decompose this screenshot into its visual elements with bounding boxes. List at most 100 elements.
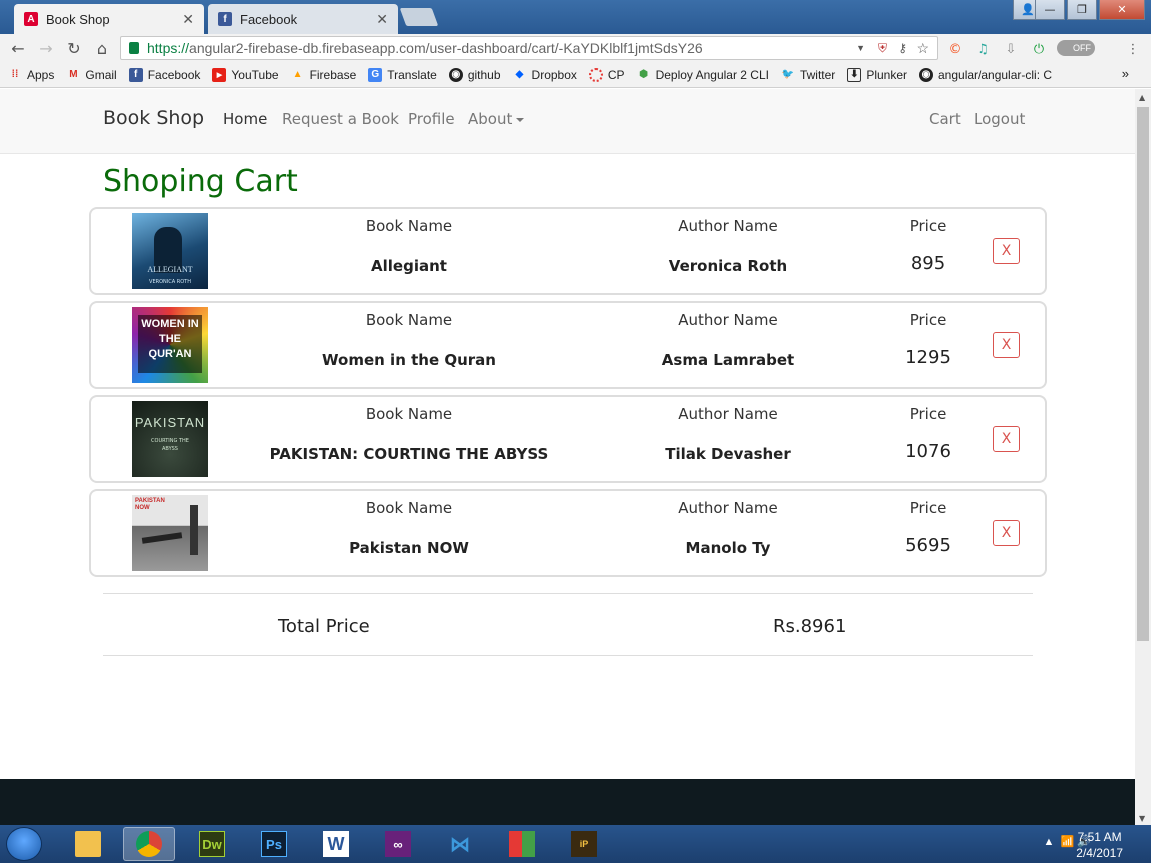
browser-toolbar: ← → ↻ ⌂ https:// angular2-firebase-db.fi… (0, 34, 1151, 62)
nav-profile[interactable]: Profile (408, 110, 455, 128)
remove-item-button[interactable]: X (993, 238, 1020, 264)
cart-item: WOMEN IN THE QUR'AN Book Name Women in t… (89, 301, 1047, 389)
bookmark-angular-cli[interactable]: ◉ angular/angular-cli: C (919, 67, 1052, 82)
remove-item-button[interactable]: X (993, 520, 1020, 546)
price-header: Price (909, 499, 947, 517)
remove-item-button[interactable]: X (993, 332, 1020, 358)
site-footer (0, 779, 1135, 825)
youtube-icon: ▶ (212, 67, 227, 82)
key-icon[interactable]: ⚷ (898, 41, 907, 55)
book-cover: WOMEN IN THE QUR'AN (132, 307, 208, 383)
menu-icon[interactable]: ⋮ (1124, 40, 1142, 58)
book-cover: PAKISTAN COURTING THE ABYSS (132, 401, 208, 477)
author-name: Tilak Devasher (665, 445, 791, 463)
bookmarks-overflow-button[interactable]: » (1122, 66, 1129, 81)
taskbar-vscode[interactable]: ⋈ (434, 827, 486, 861)
folder-icon (75, 831, 101, 857)
back-button[interactable]: ← (8, 38, 28, 58)
price-value: 1076 (905, 441, 951, 462)
browser-titlebar: A Book Shop ✕ f Facebook ✕ 👤 — ❐ ✕ (0, 0, 1151, 34)
bookmark-github[interactable]: ◉ github (448, 67, 501, 82)
forward-button[interactable]: → (36, 38, 56, 58)
minimize-button[interactable]: — (1035, 0, 1065, 20)
reload-button[interactable]: ↻ (64, 38, 84, 58)
taskbar-inpage[interactable]: iP (558, 827, 610, 861)
price-header: Price (909, 405, 947, 423)
page-scrollbar[interactable]: ▲ ▼ (1135, 89, 1151, 825)
clock[interactable]: 7:51 AM 2/4/2017 (1076, 829, 1123, 861)
bookmark-facebook[interactable]: f Facebook (128, 67, 200, 82)
toggle-switch[interactable]: OFF (1057, 40, 1095, 56)
bookmark-firebase[interactable]: ▲ Firebase (291, 68, 357, 82)
book-cover: PAKISTAN NOW (132, 495, 208, 571)
bookmark-deploy-angular[interactable]: ⬢ Deploy Angular 2 CLI (637, 68, 769, 82)
price-value: 1295 (905, 347, 951, 368)
navbar-brand[interactable]: Book Shop (103, 107, 204, 129)
new-tab-button[interactable] (399, 8, 439, 26)
clock-date: 2/4/2017 (1076, 846, 1123, 860)
book-name: Allegiant (371, 257, 447, 275)
price-header: Price (909, 217, 947, 235)
remove-item-button[interactable]: X (993, 426, 1020, 452)
star-icon[interactable]: ☆ (916, 40, 929, 57)
book-name-header: Book Name (365, 499, 453, 517)
scrollbar-thumb[interactable] (1137, 107, 1149, 641)
restore-button[interactable]: ❐ (1067, 0, 1097, 20)
home-button[interactable]: ⌂ (92, 38, 112, 58)
chrome-icon (136, 831, 162, 857)
price-value: 895 (910, 253, 946, 274)
bookmark-apps[interactable]: ⁞⁞ Apps (8, 68, 55, 82)
gmail-icon: M (69, 69, 78, 80)
taskbar-photoshop[interactable]: Ps (248, 827, 300, 861)
address-bar[interactable]: https:// angular2-firebase-db.firebaseap… (120, 36, 938, 60)
tab-facebook[interactable]: f Facebook ✕ (208, 4, 398, 34)
close-icon[interactable]: ✕ (376, 11, 388, 28)
nav-home[interactable]: Home (223, 110, 267, 128)
bookmark-plunker[interactable]: ⬇ Plunker (847, 67, 907, 82)
bookmark-translate[interactable]: G Translate (368, 67, 437, 82)
cp-icon (588, 67, 603, 82)
bookmark-gmail[interactable]: M Gmail (66, 67, 117, 82)
bookmark-label: Plunker (866, 67, 907, 82)
bookmark-youtube[interactable]: ▶ YouTube (212, 67, 279, 82)
taskbar-explorer[interactable] (62, 827, 114, 861)
photoshop-icon: Ps (261, 831, 287, 857)
taskbar-visual-studio[interactable]: ∞ (372, 827, 424, 861)
total-row: Total Price Rs.8961 (103, 593, 1033, 656)
price-column: Price 5695 (888, 499, 968, 556)
taskbar-dreamweaver[interactable]: Dw (186, 827, 238, 861)
bookmark-cp[interactable]: CP (588, 67, 625, 82)
nav-request-book[interactable]: Request a Book (282, 110, 399, 128)
extension-icon[interactable]: © (946, 40, 964, 58)
taskbar-chrome[interactable] (123, 827, 175, 861)
bookmark-dropbox[interactable]: ◆ Dropbox (513, 68, 577, 82)
close-window-button[interactable]: ✕ (1099, 0, 1145, 20)
author-name-header: Author Name (678, 217, 778, 235)
scroll-up-icon[interactable]: ▲ (1139, 93, 1145, 102)
cart-item: ALLEGIANT VERONICA ROTH Book Name Allegi… (89, 207, 1047, 295)
nav-about-dropdown[interactable]: About (468, 110, 525, 128)
book-cover: ALLEGIANT VERONICA ROTH (132, 213, 208, 289)
bookmark-label: Gmail (85, 67, 117, 82)
start-button[interactable] (6, 827, 42, 861)
shield-icon[interactable]: ⛨ (878, 41, 887, 56)
bookmark-twitter[interactable]: 🐦 Twitter (781, 68, 836, 82)
dropdown-icon[interactable]: ▼ (856, 43, 865, 53)
scroll-down-icon[interactable]: ▼ (1139, 814, 1145, 823)
book-name-column: Book Name Pakistan NOW (309, 499, 509, 557)
total-price-label: Total Price (278, 616, 370, 637)
book-name: Women in the Quran (322, 351, 496, 369)
tab-book-shop[interactable]: A Book Shop ✕ (14, 4, 204, 34)
cart-item: PAKISTAN COURTING THE ABYSS Book Name PA… (89, 395, 1047, 483)
taskbar-word[interactable]: W (310, 827, 362, 861)
headphones-icon[interactable]: ♫ (974, 40, 992, 58)
power-icon[interactable]: ⏻ (1030, 40, 1048, 58)
close-icon[interactable]: ✕ (182, 11, 194, 28)
bookmark-label: Translate (387, 67, 437, 82)
price-header: Price (909, 311, 947, 329)
nav-logout[interactable]: Logout (974, 110, 1025, 128)
taskbar-app[interactable] (496, 827, 548, 861)
price-value: 5695 (905, 535, 951, 556)
nav-cart[interactable]: Cart (929, 110, 961, 128)
download-icon[interactable]: ⇩ (1002, 40, 1020, 58)
